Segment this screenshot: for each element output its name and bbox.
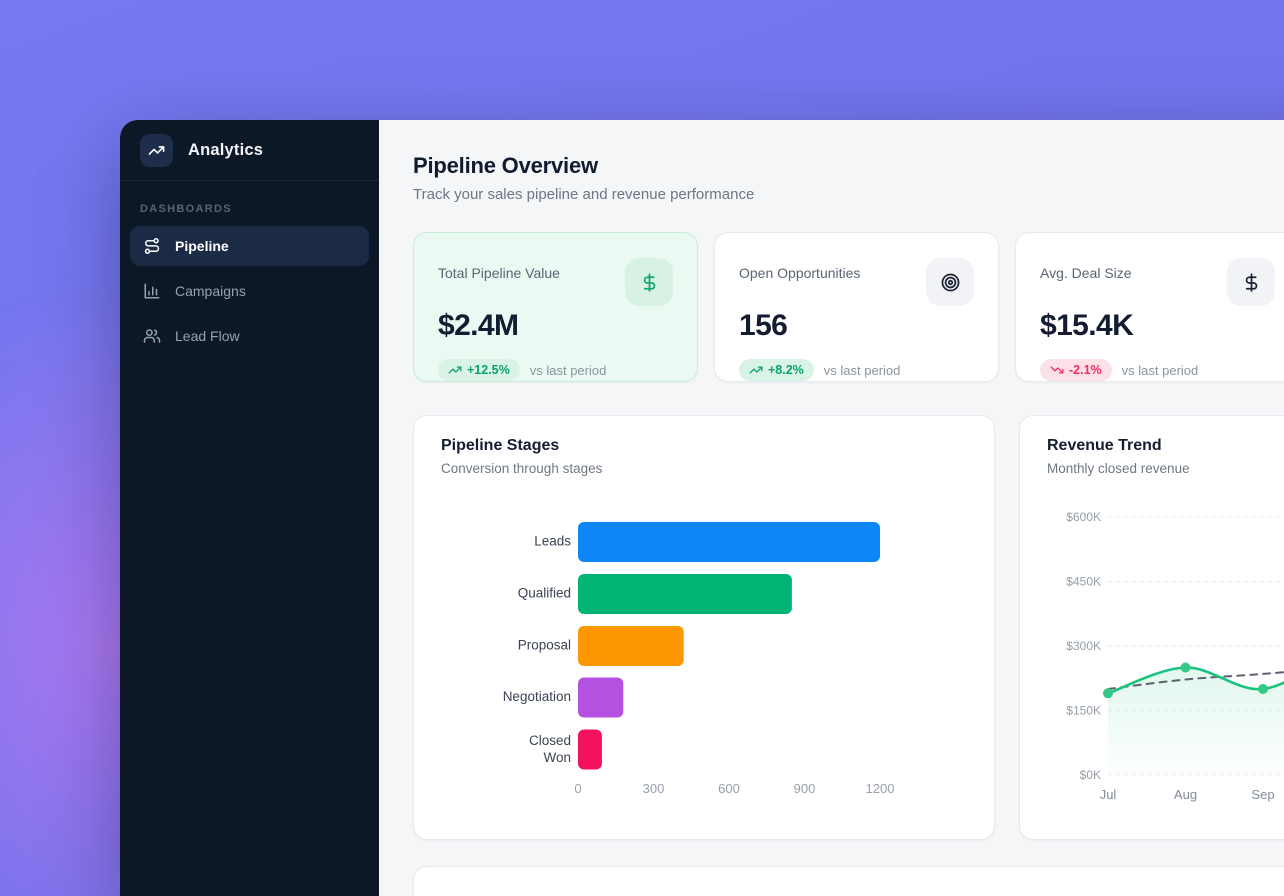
x-axis-tick: Sep xyxy=(1251,787,1274,802)
bar-label: Proposal xyxy=(518,638,571,653)
kpi-delta-value: -2.1% xyxy=(1069,363,1102,377)
sidebar-item-label: Campaigns xyxy=(175,283,246,299)
pipeline-stages-subtitle: Conversion through stages xyxy=(441,461,602,476)
bar-leads xyxy=(578,522,880,562)
kpi-icon-box xyxy=(926,258,974,306)
route-icon xyxy=(143,237,161,255)
revenue-point-sep xyxy=(1258,684,1268,694)
kpi-label: Total Pipeline Value xyxy=(438,265,560,281)
trend-up-icon xyxy=(448,363,462,377)
sidebar-item-pipeline[interactable]: Pipeline xyxy=(130,226,369,266)
analytics-app-window: Analytics DASHBOARDS Pipeline Campaigns … xyxy=(120,120,1284,896)
kpi-comparison-label: vs last period xyxy=(530,363,607,378)
bar-label: Won xyxy=(543,750,571,765)
desktop-background: Analytics DASHBOARDS Pipeline Campaigns … xyxy=(0,0,1284,896)
bar-closed-won xyxy=(578,730,602,770)
bar-negotiation xyxy=(578,678,623,718)
sidebar-item-label: Lead Flow xyxy=(175,328,240,344)
y-axis-tick: $150K xyxy=(1066,704,1101,718)
bar-chart-icon xyxy=(143,282,161,300)
dollar-icon xyxy=(1241,272,1262,293)
kpi-icon-box xyxy=(625,258,673,306)
revenue-trend-header: Revenue Trend Monthly closed revenue xyxy=(1047,437,1190,476)
kpi-delta-value: +8.2% xyxy=(768,363,804,377)
x-axis-tick: 600 xyxy=(718,781,740,796)
pipeline-stages-card: Pipeline Stages Conversion through stage… xyxy=(413,415,995,840)
sidebar-brand: Analytics xyxy=(120,120,379,180)
y-axis-tick: $450K xyxy=(1066,575,1101,589)
pipeline-stages-title: Pipeline Stages xyxy=(441,437,602,455)
kpi-card-open-opportunities[interactable]: Open Opportunities 156 +8.2% vs last per… xyxy=(714,232,999,382)
bar-label: Qualified xyxy=(518,586,571,601)
bottom-card-partial xyxy=(413,866,1284,896)
page-subtitle: Track your sales pipeline and revenue pe… xyxy=(413,186,1284,203)
sidebar-item-label: Pipeline xyxy=(175,238,229,254)
y-axis-tick: $300K xyxy=(1066,639,1101,653)
x-axis-tick: Jul xyxy=(1100,787,1117,802)
kpi-delta-badge: +12.5% xyxy=(438,359,520,381)
sidebar-item-lead-flow[interactable]: Lead Flow xyxy=(130,316,369,356)
page-title: Pipeline Overview xyxy=(413,153,1284,179)
pipeline-stages-chart: Leads Qualified Proposal Negotiation Closed W… xyxy=(414,416,996,841)
revenue-trend-card: Revenue Trend Monthly closed revenue $0K… xyxy=(1019,415,1284,840)
sidebar: Analytics DASHBOARDS Pipeline Campaigns … xyxy=(120,120,379,896)
kpi-comparison-label: vs last period xyxy=(824,363,901,378)
kpi-delta-value: +12.5% xyxy=(467,363,510,377)
sidebar-divider xyxy=(120,180,379,181)
y-axis-tick: $0K xyxy=(1080,768,1101,782)
main-content: Pipeline Overview Track your sales pipel… xyxy=(379,120,1284,896)
kpi-card-avg-deal-size[interactable]: Avg. Deal Size $15.4K -2.1% vs last peri… xyxy=(1015,232,1284,382)
kpi-delta-badge: -2.1% xyxy=(1040,359,1112,381)
sidebar-item-campaigns[interactable]: Campaigns xyxy=(130,271,369,311)
charts-row: Pipeline Stages Conversion through stage… xyxy=(413,415,1284,840)
kpi-label: Avg. Deal Size xyxy=(1040,265,1132,281)
x-axis-tick: 300 xyxy=(643,781,665,796)
bar-proposal xyxy=(578,626,684,666)
bar-label: Leads xyxy=(534,534,571,549)
revenue-trend-chart: $0K $150K $300K $450K $600K Jul Aug Sep xyxy=(1020,416,1284,841)
dollar-icon xyxy=(639,272,660,293)
app-logo xyxy=(140,134,173,167)
trend-down-icon xyxy=(1050,363,1064,377)
kpi-delta-badge: +8.2% xyxy=(739,359,814,381)
app-title: Analytics xyxy=(188,141,263,160)
bar-label: Closed xyxy=(529,733,571,748)
target-icon xyxy=(940,272,961,293)
trend-up-icon xyxy=(749,363,763,377)
x-axis-tick: 1200 xyxy=(866,781,895,796)
sidebar-nav: Pipeline Campaigns Lead Flow xyxy=(120,226,379,361)
kpi-icon-box xyxy=(1227,258,1275,306)
kpi-label: Open Opportunities xyxy=(739,265,860,281)
revenue-trend-title: Revenue Trend xyxy=(1047,437,1190,455)
x-axis-tick: 900 xyxy=(794,781,816,796)
bar-label: Negotiation xyxy=(503,689,571,704)
y-axis-tick: $600K xyxy=(1066,510,1101,524)
sidebar-section-label: DASHBOARDS xyxy=(140,203,359,215)
x-axis-tick: 0 xyxy=(574,781,581,796)
revenue-point-jul xyxy=(1103,688,1113,698)
kpi-row: Total Pipeline Value $2.4M +12.5% vs las… xyxy=(413,232,1284,382)
users-icon xyxy=(143,327,161,345)
bar-qualified xyxy=(578,574,792,614)
revenue-point-aug xyxy=(1181,663,1191,673)
kpi-value: $2.4M xyxy=(438,309,673,343)
kpi-comparison-label: vs last period xyxy=(1122,363,1199,378)
pipeline-stages-header: Pipeline Stages Conversion through stage… xyxy=(441,437,602,476)
x-axis-tick: Aug xyxy=(1174,787,1197,802)
kpi-card-total-pipeline-value[interactable]: Total Pipeline Value $2.4M +12.5% vs las… xyxy=(413,232,698,382)
kpi-value: $15.4K xyxy=(1040,309,1275,343)
revenue-trend-subtitle: Monthly closed revenue xyxy=(1047,461,1190,476)
trending-up-icon xyxy=(148,142,165,159)
kpi-value: 156 xyxy=(739,309,974,343)
